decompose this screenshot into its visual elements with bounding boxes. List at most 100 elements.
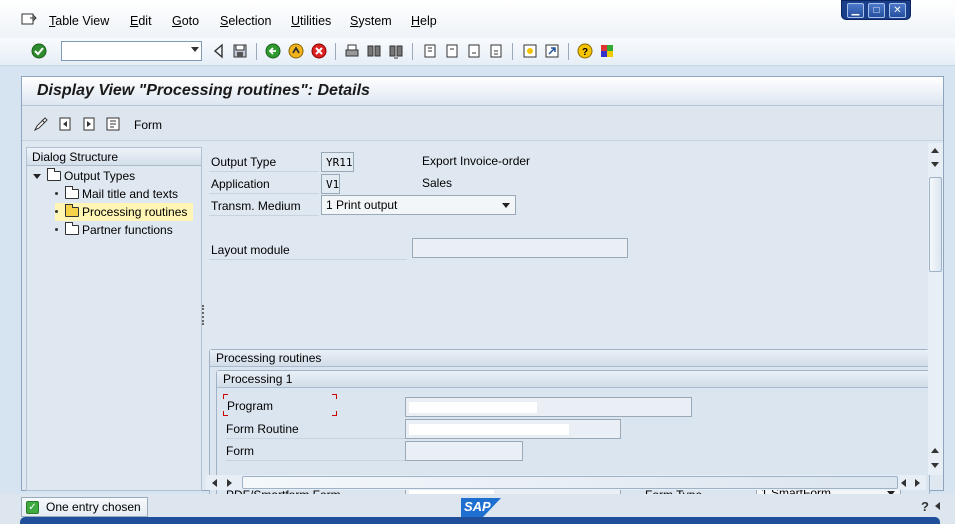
menu-system[interactable]: System bbox=[350, 14, 392, 28]
program-field[interactable] bbox=[405, 397, 692, 417]
menu-edit[interactable]: Edit bbox=[130, 14, 152, 28]
layout-module-field[interactable] bbox=[412, 238, 628, 258]
scroll-right-icon[interactable] bbox=[227, 479, 232, 487]
svg-text:?: ? bbox=[582, 47, 588, 58]
form-routine-label-box: Form Routine bbox=[226, 419, 406, 439]
form-field[interactable] bbox=[405, 441, 523, 461]
print-icon[interactable] bbox=[344, 43, 360, 59]
layout-module-label: Layout module bbox=[211, 243, 290, 257]
tree-node-output-types[interactable]: Output Types bbox=[33, 167, 135, 185]
form-button[interactable]: Form bbox=[134, 118, 162, 132]
display-change-icon[interactable] bbox=[33, 116, 49, 132]
help-icon[interactable]: ? bbox=[577, 43, 593, 59]
horizontal-scrollbar[interactable] bbox=[206, 475, 926, 490]
redacted-value bbox=[409, 402, 537, 413]
layout-menu-icon[interactable] bbox=[599, 43, 615, 59]
last-page-icon[interactable] bbox=[488, 43, 504, 59]
find-icon[interactable] bbox=[366, 43, 382, 59]
transm-medium-label-box: Transm. Medium bbox=[209, 196, 319, 216]
application-field: V1 bbox=[321, 174, 340, 194]
dialog-structure-tree: Dialog Structure Output Types Mail title… bbox=[26, 147, 202, 491]
program-label-focus: Program bbox=[222, 393, 338, 417]
save-icon[interactable] bbox=[232, 43, 248, 59]
expand-triangle-icon[interactable] bbox=[33, 174, 41, 179]
minimize-icon[interactable]: ▁ bbox=[847, 3, 864, 18]
folder-icon bbox=[65, 222, 79, 235]
exit-icon[interactable] bbox=[288, 43, 304, 59]
window-controls: ▁ □ ✕ bbox=[841, 0, 911, 20]
status-collapse-icon[interactable] bbox=[935, 502, 940, 510]
detail-area: Output Type YR11 Export Invoice-order Ap… bbox=[206, 143, 930, 516]
scroll-right-icon[interactable] bbox=[915, 479, 920, 487]
find-next-icon[interactable] bbox=[388, 43, 404, 59]
group-title: Processing routines bbox=[210, 350, 928, 367]
status-text: One entry chosen bbox=[46, 500, 141, 514]
tree-node-processing-routines[interactable]: Processing routines bbox=[55, 203, 194, 221]
toolbar-separator bbox=[512, 43, 513, 60]
sap-logo-text: SAP bbox=[464, 499, 491, 514]
open-folder-icon bbox=[65, 204, 79, 217]
form-icon[interactable] bbox=[105, 116, 121, 132]
application-description: Sales bbox=[422, 176, 453, 190]
scroll-left-icon[interactable] bbox=[212, 479, 217, 487]
previous-page-icon[interactable] bbox=[444, 43, 460, 59]
application-toolbar: Form bbox=[22, 107, 943, 141]
menu-selection[interactable]: Selection bbox=[220, 14, 271, 28]
scroll-up-icon[interactable] bbox=[931, 148, 939, 153]
menu-help[interactable]: Help bbox=[411, 14, 437, 28]
command-field[interactable] bbox=[61, 41, 202, 61]
chevron-down-icon[interactable] bbox=[191, 47, 199, 52]
transm-medium-dropdown[interactable]: 1 Print output bbox=[321, 195, 516, 215]
output-type-label: Output Type bbox=[211, 155, 277, 169]
bullet-icon bbox=[55, 192, 58, 195]
scroll-up-icon[interactable] bbox=[931, 448, 939, 453]
close-icon[interactable]: ✕ bbox=[889, 3, 906, 18]
vertical-scrollbar[interactable] bbox=[928, 143, 943, 475]
form-label-box: Form bbox=[226, 441, 406, 461]
scroll-down-icon[interactable] bbox=[931, 162, 939, 167]
tree-node-label: Mail title and texts bbox=[82, 187, 179, 201]
menu-goto[interactable]: Goto bbox=[172, 14, 199, 28]
output-type-description: Export Invoice-order bbox=[422, 154, 531, 168]
menu-table-view[interactable]: Table View bbox=[49, 14, 109, 28]
bullet-icon bbox=[55, 210, 58, 213]
maximize-icon[interactable]: □ bbox=[868, 3, 885, 18]
form-routine-field[interactable] bbox=[405, 419, 621, 439]
window-bottom-edge bbox=[20, 517, 940, 524]
standard-toolbar: ? bbox=[0, 38, 955, 66]
sap-logo: SAP bbox=[461, 498, 501, 517]
tree-node-partner-functions[interactable]: Partner functions bbox=[55, 221, 173, 239]
application-label: Application bbox=[211, 177, 270, 191]
vertical-scroll-thumb[interactable] bbox=[929, 177, 942, 272]
scroll-left-icon[interactable] bbox=[901, 479, 906, 487]
horizontal-scroll-thumb[interactable] bbox=[242, 476, 898, 489]
first-page-icon[interactable] bbox=[422, 43, 438, 59]
shortcut-icon[interactable] bbox=[544, 43, 560, 59]
content-frame: Display View "Processing routines": Deta… bbox=[21, 76, 944, 516]
enter-check-icon[interactable] bbox=[31, 43, 47, 59]
scroll-down-icon[interactable] bbox=[931, 463, 939, 468]
back-icon[interactable] bbox=[265, 43, 281, 59]
menu-icon[interactable] bbox=[21, 13, 37, 27]
splitter-handle[interactable] bbox=[202, 305, 205, 325]
next-entry-icon[interactable] bbox=[81, 116, 97, 132]
svg-text:?: ? bbox=[921, 499, 929, 513]
form-field-label: Form bbox=[226, 444, 254, 458]
tree-node-label: Output Types bbox=[64, 169, 136, 183]
output-type-label-box: Output Type bbox=[209, 152, 319, 172]
back-triangle-icon[interactable] bbox=[211, 43, 227, 59]
chevron-down-icon[interactable] bbox=[502, 203, 510, 208]
next-page-icon[interactable] bbox=[466, 43, 482, 59]
toolbar-separator bbox=[256, 43, 257, 60]
previous-entry-icon[interactable] bbox=[57, 116, 73, 132]
tree-node-mail-title[interactable]: Mail title and texts bbox=[55, 185, 178, 203]
menu-utilities[interactable]: Utilities bbox=[291, 14, 331, 28]
status-message[interactable]: ✓ One entry chosen bbox=[21, 497, 148, 517]
toolbar-separator bbox=[335, 43, 336, 60]
folder-icon bbox=[47, 168, 61, 181]
new-session-icon[interactable] bbox=[522, 43, 538, 59]
bullet-icon bbox=[55, 228, 58, 231]
help-question-icon[interactable]: ? bbox=[918, 499, 932, 513]
cancel-icon[interactable] bbox=[311, 43, 327, 59]
page-title: Display View "Processing routines": Deta… bbox=[37, 82, 370, 99]
